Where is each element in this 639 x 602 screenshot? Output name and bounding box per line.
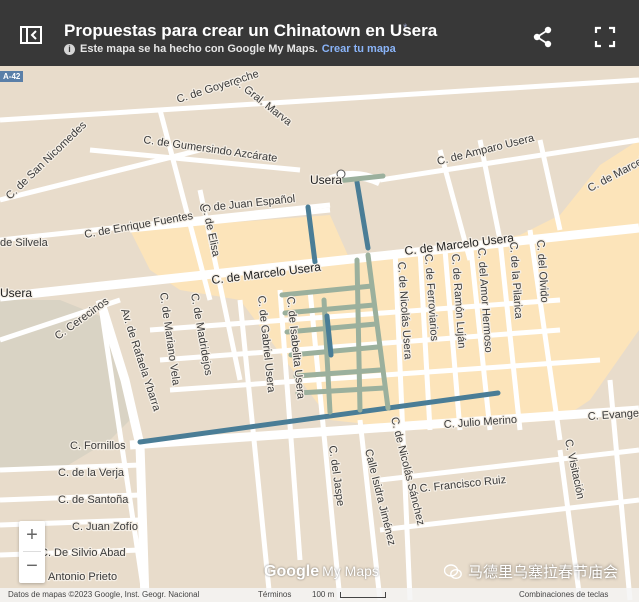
scale-label: 100 m xyxy=(312,590,335,599)
panel-toggle-icon xyxy=(20,26,42,44)
street-fornillos: C. Fornillos xyxy=(70,440,126,452)
terms-link[interactable]: Términos xyxy=(258,590,291,599)
subtitle-text: Este mapa se ha hecho con Google My Maps… xyxy=(80,43,318,55)
street-la-verja: C. de la Verja xyxy=(58,467,125,479)
zoom-controls: + − xyxy=(19,521,45,583)
street-silvio-abad: C. De Silvio Abad xyxy=(40,547,126,559)
scale-bar xyxy=(340,592,386,598)
share-button[interactable] xyxy=(530,24,556,50)
street-santona: C. de Santoña xyxy=(58,494,129,506)
attribution-bar: Datos de mapas ©2023 Google, Inst. Geogr… xyxy=(0,588,639,602)
fullscreen-icon xyxy=(594,26,616,48)
map-title: Propuestas para crear un Chinatown en Us… xyxy=(64,21,438,40)
panel-toggle-button[interactable] xyxy=(14,18,48,52)
info-icon: i xyxy=(64,43,75,55)
mymaps-logo-text: My Maps xyxy=(322,563,379,579)
share-icon xyxy=(533,26,552,48)
station-usera: Usera xyxy=(310,173,342,187)
watermark: 马德里乌塞拉春节庙会 xyxy=(444,561,618,582)
watermark-text: 马德里乌塞拉春节庙会 xyxy=(468,564,619,581)
map-header: Propuestas para crear un Chinatown en Us… xyxy=(0,0,639,66)
fullscreen-button[interactable] xyxy=(592,24,618,50)
zoom-out-button[interactable]: − xyxy=(19,552,45,582)
zoom-in-button[interactable]: + xyxy=(19,521,45,551)
wechat-icon xyxy=(444,563,462,579)
map-data-credit: Datos de mapas ©2023 Google, Inst. Geogr… xyxy=(8,590,200,599)
route-parallel[interactable] xyxy=(354,257,363,413)
google-logo-text: Google xyxy=(264,563,320,580)
map-page: Propuestas para crear un Chinatown en Us… xyxy=(0,0,639,602)
street-usera-left: Usera xyxy=(0,286,32,300)
map-canvas[interactable]: C. de Goyeneche C. Gral. Marva C. de Gum… xyxy=(0,66,639,602)
street-antonio-prieto: Antonio Prieto xyxy=(48,571,117,583)
street-silvela: de Silvela xyxy=(0,237,49,249)
map-svg[interactable]: C. de Goyeneche C. Gral. Marva C. de Gum… xyxy=(0,66,639,602)
map-subtitle: i Este mapa se ha hecho con Google My Ma… xyxy=(64,43,396,55)
keyboard-shortcuts-link[interactable]: Combinaciones de teclas xyxy=(519,590,608,599)
title-star: * xyxy=(403,22,408,34)
google-mymaps-logo: Google My Maps xyxy=(264,563,379,581)
road-badge: A-42 xyxy=(0,71,24,82)
create-map-link[interactable]: Crear tu mapa xyxy=(322,43,396,55)
street-juan-zofio: C. Juan Zofío xyxy=(72,521,138,533)
